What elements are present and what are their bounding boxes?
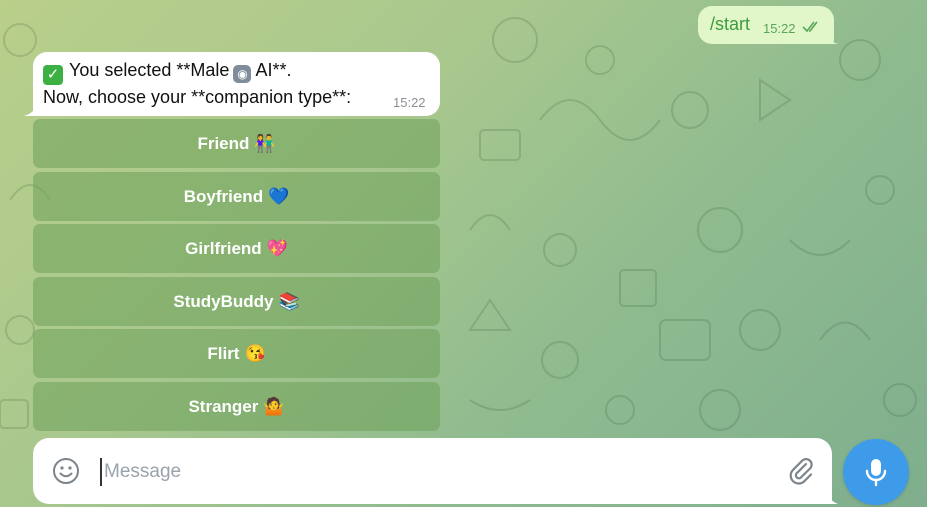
selection-suffix-text: AI**. [255,60,292,80]
check-mark-icon: ✓ [43,65,63,85]
books-icon: 📚 [278,291,300,311]
smile-icon[interactable] [52,457,80,485]
kiss-face-icon: 😘 [244,343,266,363]
selection-text: You selected **Male [69,60,230,80]
keyboard-button-label: Friend [197,133,250,153]
sparkling-heart-icon: 💖 [266,238,288,258]
microphone-button[interactable] [843,439,909,505]
outgoing-message-time: 15:22 [763,21,796,36]
keyboard-button-label: Stranger [188,396,259,416]
outgoing-message-text: /start [710,14,751,34]
message-input[interactable] [100,458,746,486]
keyboard-button-flirt[interactable]: Flirt 😘 [33,329,440,378]
paperclip-icon[interactable] [786,456,816,486]
microphone-icon [865,459,887,487]
incoming-message-line-1: ✓ You selected **Male ◉ AI**. [43,60,291,85]
incoming-message[interactable]: ✓ You selected **Male ◉ AI**. Now, choose y… [33,52,440,116]
keyboard-button-label: Girlfriend [185,238,262,258]
keyboard-button-friend[interactable]: Friend 👫 [33,119,440,168]
composer-tail [826,492,838,504]
outgoing-bubble-tail [826,34,838,44]
keyboard-button-boyfriend[interactable]: Boyfriend 💙 [33,172,440,221]
keyboard-button-stranger[interactable]: Stranger 🤷 [33,382,440,431]
incoming-message-time: 15:22 [393,95,426,110]
incoming-message-line-2: Now, choose your **companion type**: [43,87,352,107]
keyboard-button-label: StudyBuddy [173,291,274,311]
message-composer [33,438,832,504]
shrug-icon: 🤷 [263,396,285,416]
blue-heart-icon: 💙 [268,186,290,206]
outgoing-message[interactable]: /start 15:22 [698,6,834,44]
robot-icon: ◉ [233,65,252,83]
keyboard-button-label: Flirt [207,343,240,363]
keyboard-button-label: Boyfriend [183,186,264,206]
double-check-icon [802,21,818,33]
couple-icon: 👫 [254,133,276,153]
keyboard-button-girlfriend[interactable]: Girlfriend 💖 [33,224,440,273]
keyboard-button-studybuddy[interactable]: StudyBuddy 📚 [33,277,440,326]
